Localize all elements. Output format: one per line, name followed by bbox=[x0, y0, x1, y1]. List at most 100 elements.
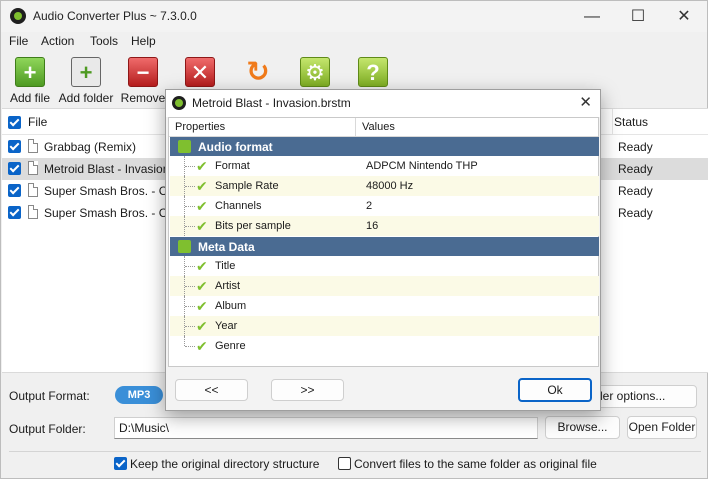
window-title: Audio Converter Plus ~ 7.3.0.0 bbox=[33, 9, 197, 23]
group-meta-data[interactable]: Meta Data bbox=[170, 237, 599, 256]
property-row[interactable]: ✔ Artist bbox=[170, 276, 599, 296]
dialog-app-icon bbox=[172, 96, 186, 110]
property-name: Title bbox=[215, 260, 236, 272]
next-button[interactable]: >> bbox=[271, 379, 344, 401]
file-status: Ready bbox=[618, 206, 653, 220]
property-row[interactable]: ✔ Title bbox=[170, 256, 599, 276]
maximize-button[interactable]: ☐ bbox=[615, 1, 661, 32]
output-folder-field[interactable]: D:\Music\ bbox=[114, 417, 538, 439]
tree-line bbox=[184, 196, 195, 216]
check-icon: ✔ bbox=[196, 278, 208, 294]
file-icon bbox=[28, 161, 38, 175]
check-icon: ✔ bbox=[196, 218, 208, 234]
menu-help[interactable]: Help bbox=[131, 34, 156, 48]
group-label: Audio format bbox=[198, 140, 273, 154]
x-icon: ✕ bbox=[185, 57, 215, 87]
format-badge[interactable]: MP3 bbox=[115, 386, 163, 404]
property-value: 2 bbox=[366, 200, 373, 212]
minimize-button[interactable]: — bbox=[569, 1, 615, 32]
tree-line bbox=[184, 276, 195, 296]
property-name: Sample Rate bbox=[215, 180, 279, 192]
close-button[interactable]: ✕ bbox=[661, 1, 707, 32]
property-row[interactable]: ✔ Year bbox=[170, 316, 599, 336]
file-icon bbox=[28, 183, 38, 197]
menu-file[interactable]: File bbox=[9, 34, 28, 48]
grid-header: Properties Values bbox=[169, 118, 598, 137]
property-name: Channels bbox=[215, 200, 262, 212]
column-properties[interactable]: Properties bbox=[175, 121, 225, 133]
group-label: Meta Data bbox=[198, 240, 255, 254]
check-icon: ✔ bbox=[196, 158, 208, 174]
column-status[interactable]: Status bbox=[614, 115, 648, 129]
divider bbox=[9, 451, 701, 452]
same-folder-label: Convert files to the same folder as orig… bbox=[354, 457, 597, 471]
properties-grid[interactable]: Properties Values Audio format ✔ Format … bbox=[168, 117, 599, 367]
add-folder-icon: + bbox=[71, 57, 101, 87]
check-icon: ✔ bbox=[196, 318, 208, 334]
file-icon bbox=[28, 205, 38, 219]
row-checkbox[interactable] bbox=[8, 206, 21, 219]
property-name: Genre bbox=[215, 340, 246, 352]
tree-line bbox=[184, 316, 195, 336]
keep-structure-label: Keep the original directory structure bbox=[130, 457, 320, 471]
group-audio-format[interactable]: Audio format bbox=[170, 137, 599, 156]
same-folder-checkbox[interactable] bbox=[338, 457, 351, 470]
browse-button[interactable]: Browse... bbox=[545, 416, 620, 439]
tree-line bbox=[184, 216, 195, 236]
title-bar: Audio Converter Plus ~ 7.3.0.0 — ☐ ✕ bbox=[1, 1, 707, 32]
previous-button[interactable]: << bbox=[175, 379, 248, 401]
column-file[interactable]: File bbox=[28, 115, 47, 129]
row-checkbox[interactable] bbox=[8, 140, 21, 153]
file-name: Super Smash Bros. - Char bbox=[44, 206, 185, 220]
question-icon: ? bbox=[358, 57, 388, 87]
property-row[interactable]: ✔ Sample Rate 48000 Hz bbox=[170, 176, 599, 196]
property-row[interactable]: ✔ Genre bbox=[170, 336, 599, 356]
file-name: Super Smash Bros. - Char bbox=[44, 184, 185, 198]
file-name: Grabbag (Remix) bbox=[44, 140, 137, 154]
gear-icon: ⚙ bbox=[300, 57, 330, 87]
column-separator bbox=[612, 109, 613, 135]
encoder-options-button[interactable]: der options... bbox=[591, 385, 697, 408]
file-name: Metroid Blast - Invasion bbox=[44, 162, 170, 176]
menu-bar: File Action Tools Help bbox=[1, 32, 707, 52]
ok-button[interactable]: Ok bbox=[518, 378, 592, 402]
tree-line bbox=[184, 296, 195, 316]
tree-line bbox=[184, 336, 195, 347]
property-value: 16 bbox=[366, 220, 379, 232]
column-separator bbox=[355, 118, 356, 137]
open-folder-button[interactable]: Open Folder bbox=[627, 416, 697, 439]
tree-line bbox=[184, 176, 195, 196]
keep-structure-checkbox[interactable] bbox=[114, 457, 127, 470]
tree-line bbox=[184, 156, 195, 176]
property-name: Album bbox=[215, 300, 247, 312]
check-icon: ✔ bbox=[196, 198, 208, 214]
menu-action[interactable]: Action bbox=[41, 34, 74, 48]
dialog-close-button[interactable]: ✕ bbox=[579, 93, 592, 111]
file-status: Ready bbox=[618, 162, 653, 176]
star-icon bbox=[178, 240, 191, 253]
tree-line bbox=[184, 256, 195, 276]
property-row[interactable]: ✔ Album bbox=[170, 296, 599, 316]
select-all-checkbox[interactable] bbox=[8, 116, 21, 129]
row-checkbox[interactable] bbox=[8, 162, 21, 175]
property-row[interactable]: ✔ Channels 2 bbox=[170, 196, 599, 216]
app-icon bbox=[10, 8, 26, 24]
audio-format-icon bbox=[178, 140, 191, 153]
minus-icon: − bbox=[128, 57, 158, 87]
property-name: Format bbox=[215, 160, 250, 172]
refresh-icon: ↻ bbox=[246, 56, 270, 87]
property-name: Artist bbox=[215, 280, 241, 292]
property-row[interactable]: ✔ Bits per sample 16 bbox=[170, 216, 599, 236]
row-checkbox[interactable] bbox=[8, 184, 21, 197]
property-value: ADPCM Nintendo THP bbox=[366, 160, 478, 172]
column-values[interactable]: Values bbox=[362, 121, 395, 133]
property-value: 48000 Hz bbox=[366, 180, 414, 192]
properties-dialog: Metroid Blast - Invasion.brstm ✕ Propert… bbox=[165, 89, 601, 411]
output-folder-label: Output Folder: bbox=[9, 422, 86, 436]
menu-tools[interactable]: Tools bbox=[90, 34, 118, 48]
property-name: Bits per sample bbox=[215, 220, 291, 232]
file-icon bbox=[28, 139, 38, 153]
dialog-title: Metroid Blast - Invasion.brstm bbox=[192, 96, 351, 110]
dialog-title-bar: Metroid Blast - Invasion.brstm ✕ bbox=[166, 90, 600, 117]
property-row[interactable]: ✔ Format ADPCM Nintendo THP bbox=[170, 156, 599, 176]
